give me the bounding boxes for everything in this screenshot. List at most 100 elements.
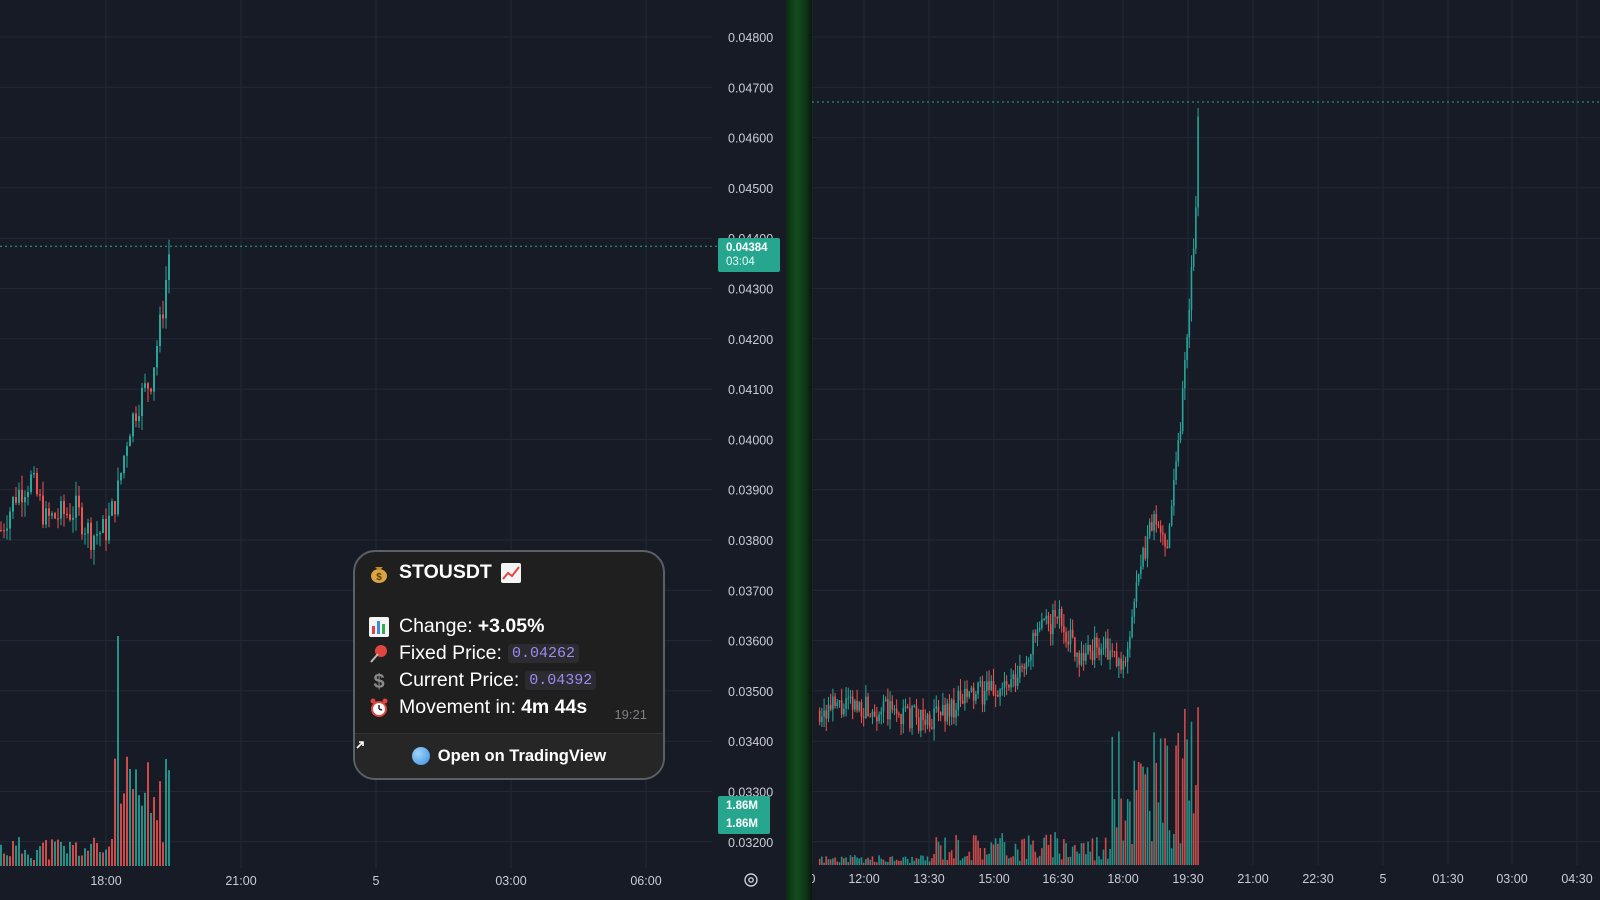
x-axis-tick-label: 15:00 (978, 872, 1009, 886)
candle-body (1120, 658, 1122, 670)
volume-bar (69, 841, 71, 866)
volume-bar (1027, 835, 1030, 865)
volume-bar (1129, 801, 1131, 865)
volume-bar (1142, 766, 1144, 865)
candle-body (66, 513, 68, 515)
volume-bar (898, 860, 900, 865)
candle-body (869, 716, 872, 718)
volume-bar (54, 841, 56, 866)
volume-bar (854, 855, 856, 865)
money-bag-icon: $ (368, 562, 390, 584)
volume-bar (1170, 848, 1173, 865)
right-chart-panel[interactable]: 0 12:00 13:30 15:00 16:30 18:00 19:30 21:00 22:3… (812, 0, 1600, 900)
candle-body (1131, 616, 1133, 638)
volume-bar (1001, 833, 1004, 865)
volume-bar (829, 859, 832, 865)
right-chart-canvas[interactable]: 0 12:00 13:30 15:00 16:30 18:00 19:30 21:00 22:3… (812, 0, 1600, 900)
candle-body (1027, 660, 1030, 662)
volume-bar (1148, 810, 1151, 865)
volume-bar (96, 843, 98, 866)
candle-body (1098, 647, 1100, 655)
svg-text:$: $ (376, 572, 382, 583)
volume-bar (1175, 745, 1177, 865)
volume-bar (867, 857, 869, 865)
volume-bar (1030, 844, 1032, 865)
volume-bar (1166, 745, 1169, 865)
candle-body (150, 388, 152, 392)
candle-body (111, 501, 113, 516)
candle-body (1091, 650, 1094, 661)
candle-body (1056, 616, 1059, 619)
volume-bar (1014, 843, 1017, 865)
volume-bar (944, 837, 946, 865)
volume-bar (1089, 851, 1092, 865)
candle-body (1076, 652, 1078, 657)
volume-bar (1063, 839, 1065, 865)
volume-bar (1168, 830, 1171, 865)
volume-bar (1071, 846, 1074, 865)
volume-bar (876, 862, 878, 865)
candle-body (27, 492, 29, 498)
open-tradingview-button[interactable]: Open on TradingView (355, 733, 663, 778)
volume-bar (851, 857, 854, 865)
settings-gear-icon[interactable] (743, 872, 759, 888)
candle-body (114, 501, 116, 515)
volume-bar (953, 858, 955, 865)
candle-body (840, 700, 843, 715)
candle-body (891, 701, 894, 710)
candle-body (1100, 649, 1103, 655)
volume-bar (1107, 858, 1109, 865)
volume-bar (1137, 761, 1140, 865)
volume-bar (18, 837, 20, 866)
candle-body (1151, 522, 1153, 531)
candle-body (1001, 687, 1004, 690)
volume-bar (1195, 785, 1197, 865)
volume-bar (862, 862, 865, 865)
volume-bar (920, 855, 922, 865)
candle-body (162, 314, 164, 319)
x-axis-tick-label: 16:30 (1042, 872, 1073, 886)
volume-bar (849, 855, 852, 865)
volume-bar (994, 838, 997, 865)
candle-body (168, 254, 170, 280)
volume-bar (30, 858, 32, 866)
candle-body (990, 681, 993, 690)
candle-body (84, 533, 86, 535)
current-price-value: 0.04392 (525, 671, 597, 690)
volume-bar (1120, 798, 1122, 865)
volume-bar (933, 854, 935, 865)
left-chart-panel[interactable]: 0.048000.047000.046000.045000.044000.043… (0, 0, 786, 900)
volume-bar (1021, 839, 1023, 865)
volume-bar (9, 856, 11, 866)
alarm-clock-icon (368, 697, 390, 719)
candle-body (1078, 652, 1081, 665)
volume-bar (126, 756, 128, 866)
volume-bar (823, 862, 825, 865)
candle-body (928, 714, 931, 728)
volume-bar (147, 762, 149, 866)
alert-title-row: $ STOUSDT (368, 561, 531, 584)
candle-body (75, 495, 77, 518)
volume-bar (856, 857, 858, 865)
candle-body (911, 705, 913, 729)
candle-body (1025, 661, 1028, 669)
candle-body (1144, 548, 1147, 559)
volume-bar (1135, 790, 1138, 865)
volume-bar (926, 856, 929, 865)
y-axis-tick-label: 0.04800 (728, 31, 773, 45)
candle-body (920, 709, 922, 731)
candle-body (970, 687, 973, 692)
volume-bar (972, 835, 975, 865)
candle-body (21, 489, 23, 503)
svg-text:$: $ (373, 671, 384, 692)
y-axis-tick-label: 0.03600 (728, 635, 773, 649)
x-axis-tick-label: 19:30 (1172, 872, 1203, 886)
volume-bar (917, 859, 920, 865)
volume-bar (992, 844, 995, 865)
volume-bar (1124, 820, 1127, 865)
candle-body (1021, 666, 1023, 668)
candle-body (876, 716, 878, 722)
candle-body (836, 702, 839, 707)
volume-bar (1173, 833, 1175, 865)
volume-bar (931, 858, 933, 865)
